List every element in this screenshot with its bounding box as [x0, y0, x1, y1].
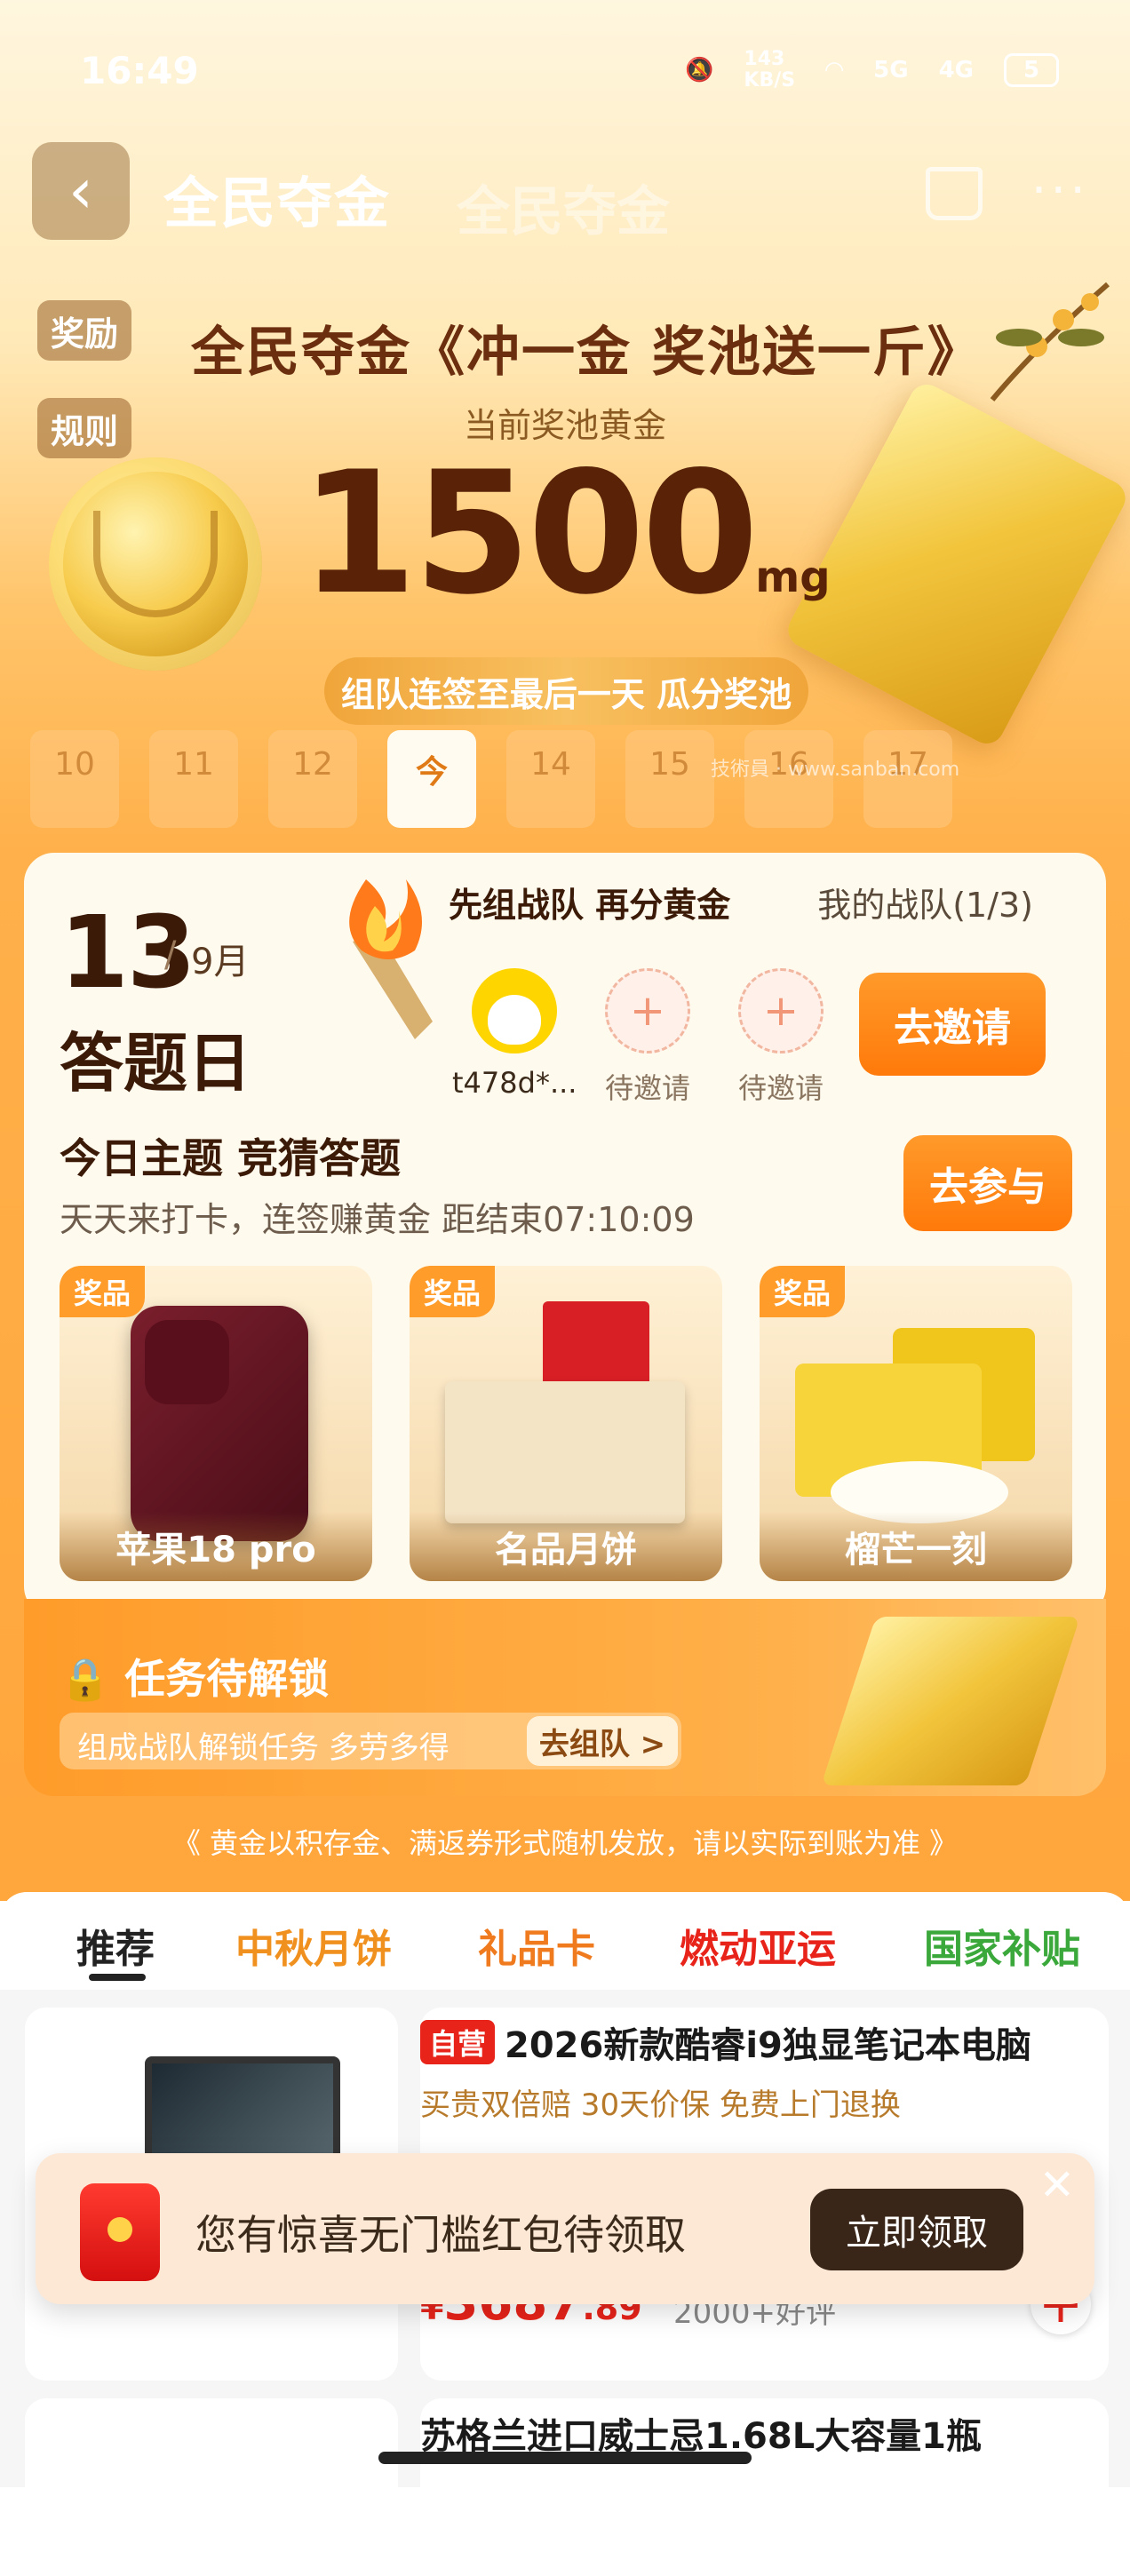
claim-button[interactable]: 立即领取 [810, 2189, 1023, 2270]
banner-title: 全民夺金《冲一金 奖池送一斤》 [191, 322, 983, 384]
product-card[interactable]: 苏格兰进口威士忌1.68L大容量1瓶 [25, 2398, 1109, 2576]
date-separator: / [164, 934, 177, 975]
prize-tag: 奖品 [760, 1266, 846, 1317]
wifi-icon: ◠ [825, 57, 844, 83]
my-team-link[interactable]: 我的战队(1/3) [817, 878, 1033, 926]
day-item[interactable]: 10 [30, 730, 119, 828]
osmanthus-flower-image [990, 282, 1110, 402]
join-button[interactable]: 去参与 [903, 1135, 1072, 1231]
back-button[interactable]: ‹ [32, 142, 130, 240]
prize-name: 苹果18 pro [60, 1512, 372, 1581]
prize-item[interactable]: 奖品 苹果18 pro [60, 1266, 372, 1581]
day-item[interactable]: 15 [625, 730, 714, 828]
nav-ghost-title: 全民夺金 [457, 181, 670, 243]
tab-asian-games[interactable]: 燃动亚运 [680, 1917, 836, 1974]
today-theme: 今日主题 竞猜答题 [60, 1134, 402, 1182]
member-name: t478d*... [452, 1066, 577, 1100]
task-pill: 组成战队解锁任务 多劳多得 去组队 > [60, 1713, 681, 1769]
team-ribbon: 组队连签至最后一天 瓜分奖池 [324, 657, 808, 725]
mute-icon: 🔕 [685, 57, 714, 83]
home-indicator[interactable] [378, 2452, 752, 2464]
status-time: 16:49 [80, 49, 199, 92]
self-operated-badge: 自营 [420, 2020, 496, 2064]
member-name: 待邀请 [604, 1071, 690, 1105]
team-member: t478d*... [452, 968, 577, 1100]
avatar [472, 968, 557, 1053]
gold-notice: 《 黄金以积存金、满返券形式随机发放，请以实际到账为准 》 [171, 1826, 959, 1860]
add-member-icon[interactable]: + [605, 968, 690, 1053]
gold-bars-image [821, 1617, 1080, 1785]
red-packet-icon [80, 2183, 160, 2281]
popup-text: 您有惊喜无门槛红包待领取 [195, 2211, 686, 2259]
net-speed: 143 KB/S [744, 49, 795, 91]
prize-item[interactable]: 奖品 名品月饼 [410, 1266, 722, 1581]
tab-underline [89, 1974, 146, 1981]
task-section: 🔒 任务待解锁 组成战队解锁任务 多劳多得 去组队 > [24, 1599, 1106, 1796]
prize-item[interactable]: 奖品 榴芒一刻 [760, 1266, 1072, 1581]
iphone-image [131, 1306, 308, 1541]
day-type: 答题日 [60, 1026, 252, 1101]
team-heading: 先组战队 再分黄金 [449, 886, 731, 925]
status-icons: 🔕 143 KB/S ◠ 5G 4G 5 [685, 49, 1059, 91]
mooncake-box-image [445, 1381, 685, 1523]
day-item[interactable]: 11 [149, 730, 238, 828]
watermark: 技術員 · www.sanban.com [711, 759, 960, 781]
close-icon[interactable]: ✕ [1039, 2160, 1075, 2210]
product-image[interactable] [25, 2398, 398, 2576]
tab-giftcard[interactable]: 礼品卡 [478, 1917, 595, 1974]
red-packet-popup: 您有惊喜无门槛红包待领取 立即领取 ✕ [36, 2153, 1094, 2304]
prize-tag: 奖品 [410, 1266, 496, 1317]
team-member-empty[interactable]: + 待邀请 [585, 968, 710, 1107]
product-features: 买贵双倍赔 30天价保 免费上门退换 [420, 2087, 901, 2123]
tab-national-subsidy[interactable]: 国家补贴 [924, 1917, 1080, 1974]
daily-card: 13 / 9月 答题日 先组战队 再分黄金 我的战队(1/3) t478d*..… [24, 853, 1106, 1617]
team-member-empty[interactable]: + 待邀请 [719, 968, 843, 1107]
hero-section: 16:49 🔕 143 KB/S ◠ 5G 4G 5 ‹ 全民夺金 全民夺金 ·… [0, 0, 1130, 1901]
tab-mooncake[interactable]: 中秋月饼 [235, 1917, 392, 1974]
nav-bar: ‹ 全民夺金 全民夺金 ··· [32, 142, 1098, 243]
product-info[interactable]: 苏格兰进口威士忌1.68L大容量1瓶 [420, 2398, 1109, 2576]
category-tabs: 推荐 中秋月饼 礼品卡 燃动亚运 国家补贴 [0, 1892, 1130, 1990]
day-item[interactable]: 14 [506, 730, 595, 828]
pool-amount: 1500mg [0, 435, 1130, 632]
lock-icon: 🔒 [60, 1655, 111, 1703]
chevron-left-icon: ‹ [68, 155, 93, 227]
pool-amount-unit: mg [755, 553, 831, 602]
task-title-text: 任务待解锁 [124, 1655, 330, 1703]
reward-tab[interactable]: 奖励 [37, 300, 131, 361]
date-month: 9月 [191, 942, 250, 982]
prize-name: 名品月饼 [410, 1512, 722, 1581]
more-icon[interactable]: ··· [1031, 162, 1089, 219]
add-member-icon[interactable]: + [738, 968, 824, 1053]
battery-icon: 5 [1004, 53, 1059, 87]
task-description: 组成战队解锁任务 多劳多得 [77, 1730, 450, 1766]
tab-recommend[interactable]: 推荐 [76, 1917, 155, 1974]
signal-4g-icon: 4G [938, 57, 974, 83]
form-team-button[interactable]: 去组队 > [527, 1716, 678, 1766]
task-title: 🔒 任务待解锁 [60, 1647, 329, 1705]
day-item-today[interactable]: 今 [387, 730, 476, 828]
torch-icon [349, 879, 433, 1039]
cart-icon[interactable] [926, 167, 983, 220]
prize-name: 榴芒一刻 [760, 1512, 1072, 1581]
page-title: 全民夺金 [163, 171, 392, 235]
member-name: 待邀请 [737, 1071, 824, 1105]
pool-amount-value: 1500 [299, 435, 759, 632]
prize-tag: 奖品 [60, 1266, 146, 1317]
net-speed-value: 143 [744, 48, 785, 70]
prize-list: 奖品 苹果18 pro 奖品 名品月饼 奖品 榴芒一刻 [60, 1266, 1072, 1581]
today-subtitle: 天天来打卡，连签赚黄金 距结束07:10:09 [60, 1200, 695, 1239]
product-title: 2026新款酷睿i9独显笔记本电脑 [505, 2025, 1031, 2066]
signal-5g-icon: 5G [873, 57, 909, 83]
net-speed-unit: KB/S [744, 69, 796, 91]
day-item[interactable]: 12 [268, 730, 357, 828]
status-bar: 16:49 🔕 143 KB/S ◠ 5G 4G 5 [80, 49, 1059, 102]
invite-button[interactable]: 去邀请 [859, 973, 1046, 1076]
